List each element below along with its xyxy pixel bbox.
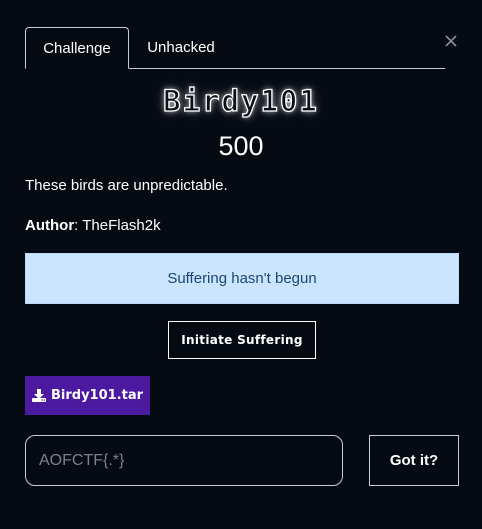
- author-name: TheFlash2k: [82, 217, 161, 234]
- challenge-description: These birds are unpredictable.: [25, 177, 228, 194]
- download-icon: [31, 389, 46, 402]
- close-icon[interactable]: [443, 33, 459, 49]
- initiate-suffering-button[interactable]: Initiate Suffering: [168, 321, 316, 359]
- submit-flag-button[interactable]: Got it?: [369, 435, 459, 486]
- tab-bar: Challenge Unhacked: [25, 27, 445, 69]
- flag-input[interactable]: [25, 435, 343, 486]
- author-label: Author: [25, 217, 75, 234]
- tab-challenge[interactable]: Challenge: [25, 27, 129, 69]
- challenge-title: Birdy101: [163, 83, 319, 118]
- tab-unhacked[interactable]: Unhacked: [129, 27, 233, 68]
- challenge-modal: Challenge Unhacked Birdy101 500 These bi…: [0, 0, 482, 529]
- status-message: Suffering hasn't begun: [167, 270, 317, 287]
- status-alert: Suffering hasn't begun: [25, 253, 459, 304]
- challenge-author: Author: TheFlash2k: [25, 217, 161, 234]
- challenge-points: 500: [218, 131, 264, 161]
- download-file-label: Birdy101.tar: [50, 388, 144, 403]
- download-file-button[interactable]: Birdy101.tar: [25, 376, 150, 415]
